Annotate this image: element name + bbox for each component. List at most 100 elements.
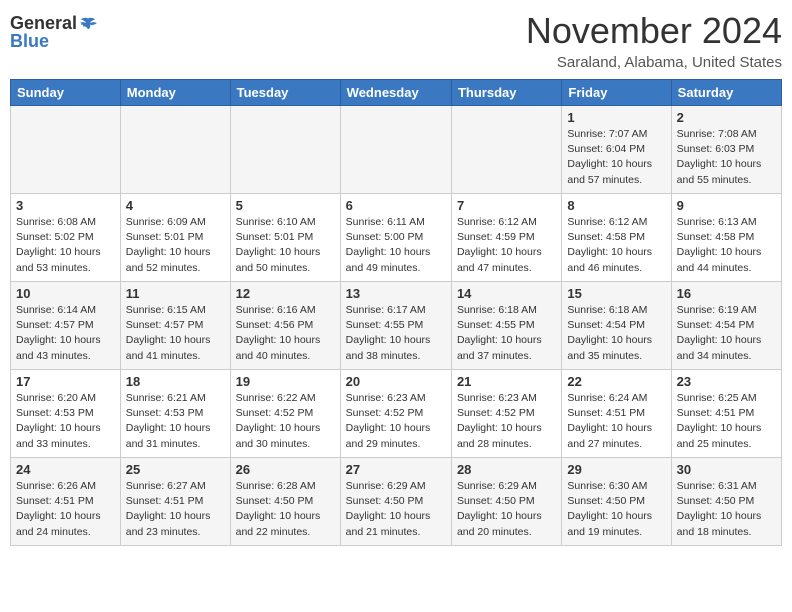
day-number: 3 [16,198,115,213]
calendar-cell: 17 Sunrise: 6:20 AM Sunset: 4:53 PM Dayli… [11,370,121,458]
weekday-header-row: SundayMondayTuesdayWednesdayThursdayFrid… [11,80,782,106]
day-info: Sunrise: 6:17 AM Sunset: 4:55 PM Dayligh… [346,303,446,364]
day-number: 28 [457,462,556,477]
calendar-cell: 10 Sunrise: 6:14 AM Sunset: 4:57 PM Dayli… [11,282,121,370]
day-number: 1 [567,110,665,125]
calendar-cell: 23 Sunrise: 6:25 AM Sunset: 4:51 PM Dayli… [671,370,781,458]
calendar-cell: 22 Sunrise: 6:24 AM Sunset: 4:51 PM Dayli… [562,370,671,458]
calendar-cell [120,106,230,194]
day-info: Sunrise: 6:21 AM Sunset: 4:53 PM Dayligh… [126,391,225,452]
week-row-3: 10 Sunrise: 6:14 AM Sunset: 4:57 PM Dayli… [11,282,782,370]
logo-blue-text: Blue [10,32,49,50]
day-number: 12 [236,286,335,301]
day-info: Sunrise: 6:10 AM Sunset: 5:01 PM Dayligh… [236,215,335,276]
day-number: 25 [126,462,225,477]
calendar-cell: 29 Sunrise: 6:30 AM Sunset: 4:50 PM Dayli… [562,458,671,546]
day-info: Sunrise: 6:25 AM Sunset: 4:51 PM Dayligh… [677,391,776,452]
day-number: 8 [567,198,665,213]
location: Saraland, Alabama, United States [526,54,782,71]
weekday-header-sunday: Sunday [11,80,121,106]
day-number: 16 [677,286,776,301]
week-row-4: 17 Sunrise: 6:20 AM Sunset: 4:53 PM Dayli… [11,370,782,458]
calendar-cell: 5 Sunrise: 6:10 AM Sunset: 5:01 PM Daylig… [230,194,340,282]
calendar-cell: 14 Sunrise: 6:18 AM Sunset: 4:55 PM Dayli… [451,282,561,370]
page-header: General Blue November 2024 Saraland, Ala… [10,10,782,71]
week-row-2: 3 Sunrise: 6:08 AM Sunset: 5:02 PM Daylig… [11,194,782,282]
calendar-cell: 27Sunrise: 6:29 AM Sunset: 4:50 PM Dayli… [340,458,451,546]
day-info: Sunrise: 6:13 AM Sunset: 4:58 PM Dayligh… [677,215,776,276]
weekday-header-friday: Friday [562,80,671,106]
day-info: Sunrise: 6:23 AM Sunset: 4:52 PM Dayligh… [457,391,556,452]
day-info: Sunrise: 6:22 AM Sunset: 4:52 PM Dayligh… [236,391,335,452]
day-number: 30 [677,462,776,477]
weekday-header-tuesday: Tuesday [230,80,340,106]
calendar-cell: 16 Sunrise: 6:19 AM Sunset: 4:54 PM Dayli… [671,282,781,370]
calendar-cell: 25 Sunrise: 6:27 AM Sunset: 4:51 PM Dayli… [120,458,230,546]
day-number: 21 [457,374,556,389]
day-number: 29 [567,462,665,477]
day-info: Sunrise: 7:07 AM Sunset: 6:04 PM Dayligh… [567,127,665,188]
day-number: 14 [457,286,556,301]
day-info: Sunrise: 6:18 AM Sunset: 4:54 PM Dayligh… [567,303,665,364]
calendar-cell: 11 Sunrise: 6:15 AM Sunset: 4:57 PM Dayli… [120,282,230,370]
day-info: Sunrise: 6:29 AM Sunset: 4:50 PM Dayligh… [346,479,446,540]
calendar-cell: 26Sunrise: 6:28 AM Sunset: 4:50 PM Dayli… [230,458,340,546]
weekday-header-saturday: Saturday [671,80,781,106]
week-row-5: 24 Sunrise: 6:26 AM Sunset: 4:51 PM Dayli… [11,458,782,546]
calendar-table: SundayMondayTuesdayWednesdayThursdayFrid… [10,79,782,546]
day-info: Sunrise: 6:15 AM Sunset: 4:57 PM Dayligh… [126,303,225,364]
calendar-cell: 24 Sunrise: 6:26 AM Sunset: 4:51 PM Dayli… [11,458,121,546]
day-number: 26 [236,462,335,477]
calendar-cell: 9 Sunrise: 6:13 AM Sunset: 4:58 PM Daylig… [671,194,781,282]
day-info: Sunrise: 6:08 AM Sunset: 5:02 PM Dayligh… [16,215,115,276]
day-info: Sunrise: 6:11 AM Sunset: 5:00 PM Dayligh… [346,215,446,276]
calendar-cell [230,106,340,194]
day-info: Sunrise: 6:09 AM Sunset: 5:01 PM Dayligh… [126,215,225,276]
day-number: 7 [457,198,556,213]
day-number: 2 [677,110,776,125]
day-info: Sunrise: 6:31 AM Sunset: 4:50 PM Dayligh… [677,479,776,540]
week-row-1: 1 Sunrise: 7:07 AM Sunset: 6:04 PM Daylig… [11,106,782,194]
day-info: Sunrise: 6:20 AM Sunset: 4:53 PM Dayligh… [16,391,115,452]
logo-general-text: General [10,14,77,32]
day-info: Sunrise: 6:14 AM Sunset: 4:57 PM Dayligh… [16,303,115,364]
calendar-cell: 18 Sunrise: 6:21 AM Sunset: 4:53 PM Dayli… [120,370,230,458]
calendar-cell [451,106,561,194]
logo-bird-icon [79,16,97,30]
calendar-cell: 8 Sunrise: 6:12 AM Sunset: 4:58 PM Daylig… [562,194,671,282]
day-info: Sunrise: 6:30 AM Sunset: 4:50 PM Dayligh… [567,479,665,540]
day-number: 10 [16,286,115,301]
day-number: 23 [677,374,776,389]
month-title: November 2024 [526,10,782,52]
day-info: Sunrise: 6:24 AM Sunset: 4:51 PM Dayligh… [567,391,665,452]
day-info: Sunrise: 6:23 AM Sunset: 4:52 PM Dayligh… [346,391,446,452]
day-number: 11 [126,286,225,301]
day-number: 24 [16,462,115,477]
day-info: Sunrise: 6:18 AM Sunset: 4:55 PM Dayligh… [457,303,556,364]
calendar-cell: 28 Sunrise: 6:29 AM Sunset: 4:50 PM Dayli… [451,458,561,546]
day-info: Sunrise: 6:12 AM Sunset: 4:59 PM Dayligh… [457,215,556,276]
calendar-cell [11,106,121,194]
calendar-cell: 7 Sunrise: 6:12 AM Sunset: 4:59 PM Daylig… [451,194,561,282]
day-info: Sunrise: 6:29 AM Sunset: 4:50 PM Dayligh… [457,479,556,540]
day-info: Sunrise: 6:19 AM Sunset: 4:54 PM Dayligh… [677,303,776,364]
weekday-header-thursday: Thursday [451,80,561,106]
logo: General Blue [10,14,97,50]
day-number: 13 [346,286,446,301]
day-number: 4 [126,198,225,213]
day-info: Sunrise: 6:16 AM Sunset: 4:56 PM Dayligh… [236,303,335,364]
calendar-cell: 21 Sunrise: 6:23 AM Sunset: 4:52 PM Dayli… [451,370,561,458]
day-number: 9 [677,198,776,213]
day-info: Sunrise: 6:12 AM Sunset: 4:58 PM Dayligh… [567,215,665,276]
day-info: Sunrise: 6:26 AM Sunset: 4:51 PM Dayligh… [16,479,115,540]
weekday-header-monday: Monday [120,80,230,106]
day-number: 6 [346,198,446,213]
day-number: 5 [236,198,335,213]
day-number: 18 [126,374,225,389]
day-number: 22 [567,374,665,389]
day-info: Sunrise: 6:27 AM Sunset: 4:51 PM Dayligh… [126,479,225,540]
day-number: 17 [16,374,115,389]
calendar-cell: 19Sunrise: 6:22 AM Sunset: 4:52 PM Dayli… [230,370,340,458]
calendar-cell: 3 Sunrise: 6:08 AM Sunset: 5:02 PM Daylig… [11,194,121,282]
calendar-cell: 13 Sunrise: 6:17 AM Sunset: 4:55 PM Dayli… [340,282,451,370]
